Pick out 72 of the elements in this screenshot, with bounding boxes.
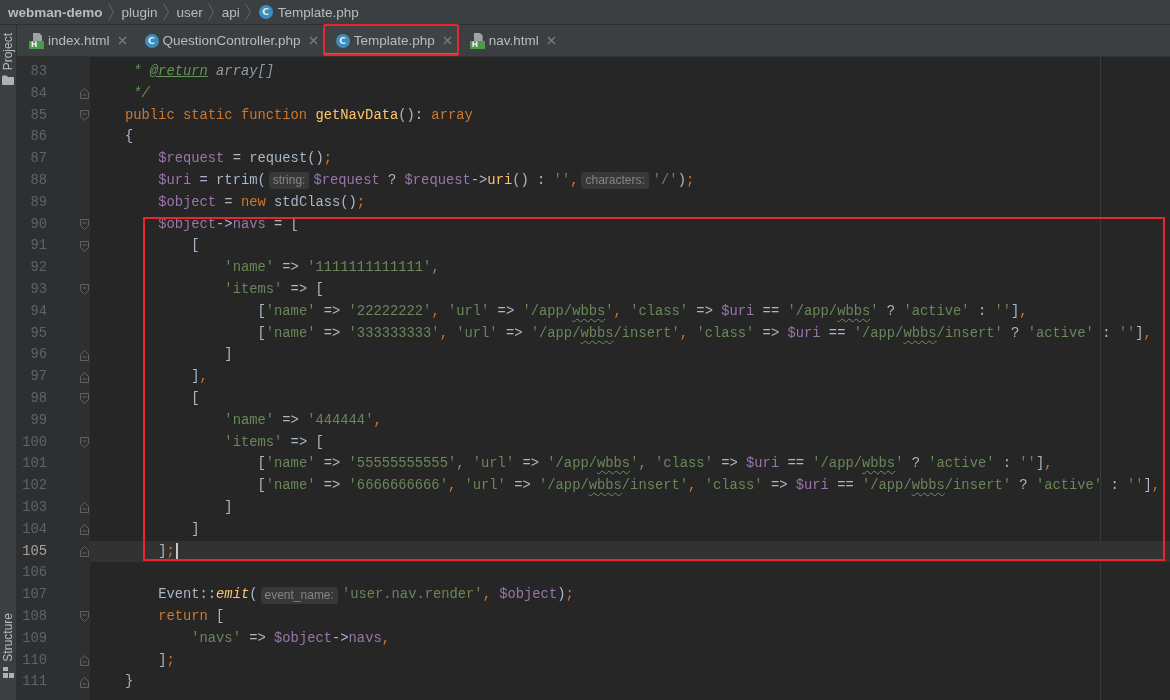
fold-icon[interactable] xyxy=(80,654,89,666)
code-text: ] xyxy=(224,498,233,517)
code-text: [ xyxy=(191,237,200,256)
fold-icon[interactable] xyxy=(80,371,89,383)
fold-icon[interactable] xyxy=(80,240,89,252)
code-text: { xyxy=(125,128,134,147)
code-text: $request = request(); xyxy=(158,150,332,169)
code-text: '/'); xyxy=(652,172,695,190)
code-text: ['name' => '22222222', 'url' => '/app/wbbs', 'class' => $uri == '/app/wbbs' ? 'active' : ''], xyxy=(257,302,1028,321)
code-text: [ xyxy=(191,389,200,408)
line-number: 105 xyxy=(21,542,47,561)
code-text: 'user.nav.render', $object); xyxy=(341,586,574,605)
parameter-hint: characters: xyxy=(581,172,649,190)
tool-window-button[interactable]: Project xyxy=(0,33,16,86)
structure-icon xyxy=(2,667,14,678)
class-icon: C xyxy=(144,33,159,48)
code-text: ['name' => '6666666666', 'url' => '/app/wbbs/insert', 'class' => $uri == '/app/wbbs/insert' ? 'active' : ''], xyxy=(257,477,1161,496)
code-text: $object = new stdClass(); xyxy=(158,193,366,212)
breadcrumb-item[interactable]: C Template.php xyxy=(258,4,359,20)
editor-tab[interactable]: C QuestionController.php xyxy=(132,25,324,56)
close-icon[interactable] xyxy=(308,36,318,45)
code-text: ['name' => '55555555555', 'url' => '/app/wbbs', 'class' => $uri == '/app/wbbs' ? 'active' : ''], xyxy=(257,455,1053,474)
class-icon: C xyxy=(258,5,273,19)
text-cursor xyxy=(175,542,178,560)
code-text: 'name' => '1111111111111', xyxy=(224,259,440,278)
code-text: public static function getNavData(): array xyxy=(125,106,473,125)
breadcrumb-item[interactable]: webman-demo xyxy=(8,4,103,20)
breadcrumb-item[interactable]: plugin xyxy=(121,4,158,20)
fold-icon[interactable] xyxy=(80,110,89,121)
parameter-hint: event_name: xyxy=(260,586,338,604)
code-text: Event::emit( xyxy=(158,586,258,605)
fold-icon[interactable] xyxy=(80,88,89,100)
code-text: */ xyxy=(133,84,150,103)
code-text: 'navs' => $object->navs, xyxy=(191,629,390,648)
fold-icon[interactable] xyxy=(80,349,89,361)
code-text: return [ xyxy=(158,607,225,626)
close-icon[interactable] xyxy=(442,36,452,45)
code-text: 'name' => '444444', xyxy=(224,411,382,430)
code-text: ] xyxy=(191,520,200,539)
code-text: ['name' => '333333333', 'url' => '/app/wbbs/insert', 'class' => $uri == '/app/wbbs/insert' ? 'active' : ''], xyxy=(257,324,1152,343)
chevron-icon xyxy=(162,3,169,21)
chevron-icon xyxy=(107,3,114,21)
fold-icon[interactable] xyxy=(80,393,89,405)
tool-window-button[interactable]: Structure xyxy=(0,613,16,678)
fold-icon[interactable] xyxy=(80,436,89,448)
fold-icon[interactable] xyxy=(80,676,89,688)
code-text: ]; xyxy=(158,542,175,561)
editor-tab[interactable]: C Template.php xyxy=(323,25,458,56)
code-text: ]; xyxy=(158,651,175,670)
close-icon[interactable] xyxy=(117,36,127,45)
folder-icon xyxy=(2,75,14,86)
breadcrumb-item[interactable]: api xyxy=(221,4,240,20)
code-text: 'items' => [ xyxy=(224,433,324,452)
code-text: $uri = rtrim( xyxy=(158,172,266,190)
chevron-icon xyxy=(244,3,251,21)
code-text: 'items' => [ xyxy=(224,280,324,299)
class-icon: C xyxy=(335,33,350,48)
code-text: ], xyxy=(191,368,208,387)
code-text: ] xyxy=(224,346,233,365)
fold-icon[interactable] xyxy=(80,545,89,557)
chevron-icon xyxy=(207,3,214,21)
fold-icon[interactable] xyxy=(80,218,89,230)
code-text: $request ? $request->uri() : '', xyxy=(313,172,579,190)
parameter-hint: string: xyxy=(268,172,310,190)
fold-icon[interactable] xyxy=(80,502,89,514)
fold-icon[interactable] xyxy=(80,284,89,296)
fold-icon[interactable] xyxy=(80,611,89,623)
breadcrumb-item[interactable]: user xyxy=(176,4,203,20)
fold-icon[interactable] xyxy=(80,524,89,536)
close-icon[interactable] xyxy=(546,36,556,45)
code-text: } xyxy=(125,673,134,692)
code-text: * @return array[] xyxy=(133,63,275,81)
